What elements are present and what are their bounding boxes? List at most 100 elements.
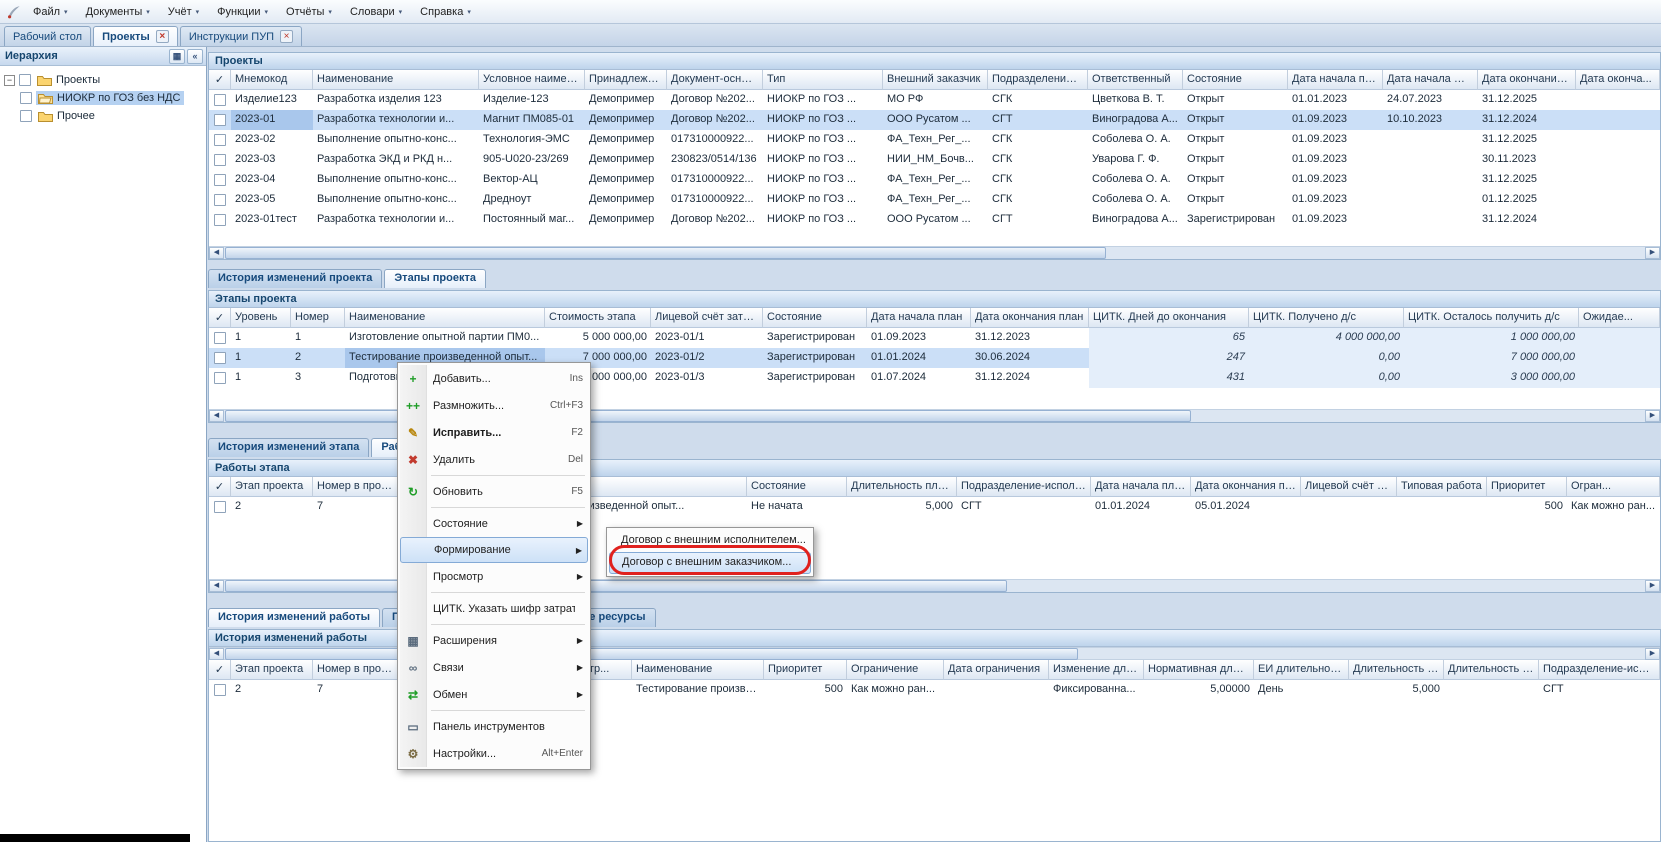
table-cell[interactable]: 3 000 000,00 — [1404, 368, 1579, 388]
tree-item[interactable]: −Проекты — [0, 71, 206, 89]
table-cell[interactable] — [1444, 680, 1539, 700]
scroll-thumb[interactable] — [225, 410, 1191, 422]
table-cell[interactable]: СГК — [988, 190, 1088, 210]
table-cell[interactable]: НИОКР по ГОЗ ... — [763, 130, 883, 150]
table-cell[interactable]: Соболева О. А. — [1088, 170, 1183, 190]
column-header[interactable]: Наименование — [313, 70, 479, 90]
column-header[interactable]: Дата начала факт — [1383, 70, 1478, 90]
column-header[interactable]: Уровень — [231, 308, 291, 328]
column-header[interactable]: Приоритет — [1487, 477, 1567, 497]
column-header[interactable]: Нормативная длит... — [1144, 660, 1254, 680]
select-all-header[interactable]: ✓ — [209, 308, 231, 328]
menubar-item[interactable]: Документы▾ — [77, 3, 159, 21]
table-cell[interactable]: 05.01.2024 — [1191, 497, 1301, 517]
table-cell[interactable]: 7 — [313, 680, 399, 700]
table-cell[interactable]: 1 000 000,00 — [1404, 328, 1579, 348]
table-cell[interactable]: Зарегистрирован — [1183, 210, 1288, 230]
context-submenu-item[interactable]: Договор с внешним заказчиком... — [609, 552, 811, 574]
table-cell[interactable]: 01.09.2023 — [1288, 150, 1383, 170]
table-cell[interactable]: Цветкова В. Т. — [1088, 90, 1183, 110]
table-cell[interactable]: Открыт — [1183, 150, 1288, 170]
context-menu-item[interactable]: ∞Связи▶ — [400, 654, 588, 681]
table-cell[interactable]: Изготовление опытной партии ПМ0... — [345, 328, 545, 348]
table-cell[interactable]: 65 — [1089, 328, 1249, 348]
table-cell[interactable]: 2023-01 — [231, 110, 313, 130]
table-cell[interactable]: Договор №202... — [667, 90, 763, 110]
row-checkbox[interactable] — [214, 332, 226, 344]
table-cell[interactable]: 0,00 — [1249, 368, 1404, 388]
select-all-header[interactable]: ✓ — [209, 660, 231, 680]
table-cell[interactable]: НИИ_НМ_Бочв... — [883, 150, 988, 170]
column-header[interactable]: Изменение длите... — [1049, 660, 1144, 680]
table-cell[interactable]: День — [1254, 680, 1349, 700]
table-cell[interactable]: 31.12.2023 — [971, 328, 1089, 348]
table-row[interactable]: 2023-04Выполнение опытно-конс...Вектор-А… — [209, 170, 1660, 190]
table-cell[interactable]: 5,000 — [847, 497, 957, 517]
select-all-header[interactable]: ✓ — [209, 477, 231, 497]
menubar-item[interactable]: Справка▾ — [411, 3, 480, 21]
column-header[interactable]: Дата ограничения — [944, 660, 1049, 680]
table-cell[interactable]: 3 — [291, 368, 345, 388]
table-cell[interactable]: 31.12.2025 — [1478, 130, 1576, 150]
table-cell[interactable]: Виноградова А... — [1088, 210, 1183, 230]
table-cell[interactable]: 017310000922... — [667, 170, 763, 190]
table-cell[interactable]: Демопример — [585, 90, 667, 110]
column-header[interactable]: Тип — [763, 70, 883, 90]
table-cell[interactable]: Уварова Г. Ф. — [1088, 150, 1183, 170]
window-tab[interactable]: Инструкции ПУП× — [180, 26, 302, 46]
table-row[interactable]: Изделие123Разработка изделия 123Изделие-… — [209, 90, 1660, 110]
context-menu-item[interactable]: ⚙Настройки...Alt+Enter — [400, 740, 588, 767]
scroll-thumb[interactable] — [225, 247, 1106, 259]
table-cell[interactable]: МО РФ — [883, 90, 988, 110]
context-menu-item[interactable]: ▭Панель инструментов — [400, 713, 588, 740]
table-cell[interactable]: 01.09.2023 — [1288, 110, 1383, 130]
table-cell[interactable]: СГК — [988, 170, 1088, 190]
table-cell[interactable]: СГТ — [988, 210, 1088, 230]
table-cell[interactable]: 2 — [231, 497, 313, 517]
column-header[interactable]: ЦИТК. Получено д/с — [1249, 308, 1404, 328]
table-cell[interactable]: 01.09.2023 — [1288, 130, 1383, 150]
table-cell[interactable]: 24.07.2023 — [1383, 90, 1478, 110]
table-cell[interactable]: СГТ — [1539, 680, 1660, 700]
table-cell[interactable]: Фиксированна... — [1049, 680, 1144, 700]
table-cell[interactable]: ООО Русатом ... — [883, 110, 988, 130]
row-checkbox[interactable] — [214, 114, 226, 126]
scroll-right-icon[interactable]: ▶ — [1645, 410, 1660, 422]
table-cell[interactable]: Разработка технологии и... — [313, 210, 479, 230]
column-header[interactable]: Принадлежность — [585, 70, 667, 90]
table-cell[interactable]: Демопример — [585, 170, 667, 190]
context-menu-item[interactable]: +Добавить...Ins — [400, 365, 588, 392]
scroll-thumb[interactable] — [225, 580, 1007, 592]
table-cell[interactable]: Соболева О. А. — [1088, 190, 1183, 210]
scroll-left-icon[interactable]: ◀ — [209, 410, 224, 422]
table-cell[interactable]: 017310000922... — [667, 130, 763, 150]
table-cell[interactable]: 230823/0514/136 — [667, 150, 763, 170]
table-cell[interactable]: Дредноут — [479, 190, 585, 210]
context-menu-item[interactable]: ✎Исправить...F2 — [400, 419, 588, 446]
row-checkbox[interactable] — [214, 94, 226, 106]
column-header[interactable]: Огран... — [1567, 477, 1660, 497]
column-header[interactable]: Этап проекта — [231, 477, 313, 497]
table-cell[interactable]: 01.01.2024 — [867, 348, 971, 368]
table-cell[interactable]: 31.12.2025 — [1478, 90, 1576, 110]
table-cell[interactable]: Технология-ЭМС — [479, 130, 585, 150]
section-tab[interactable]: Этапы проекта — [384, 269, 486, 288]
column-header[interactable]: Подразделение-исполнитель.. — [957, 477, 1091, 497]
table-cell[interactable]: 2023-01/3 — [651, 368, 763, 388]
table-row[interactable]: 2023-05Выполнение опытно-конс...Дредноут… — [209, 190, 1660, 210]
table-cell[interactable]: НИОКР по ГОЗ ... — [763, 190, 883, 210]
table-cell[interactable]: 10.10.2023 — [1383, 110, 1478, 130]
section-tab[interactable]: История изменений этапа — [208, 438, 369, 457]
table-cell[interactable]: Открыт — [1183, 130, 1288, 150]
table-cell[interactable]: Как можно ран... — [847, 680, 944, 700]
section-tab[interactable]: История изменений проекта — [208, 269, 382, 288]
table-cell[interactable]: Демопример — [585, 190, 667, 210]
row-checkbox[interactable] — [214, 154, 226, 166]
tree-item[interactable]: Прочее — [0, 107, 206, 125]
table-cell[interactable]: 31.12.2024 — [971, 368, 1089, 388]
table-cell[interactable]: СГТ — [988, 110, 1088, 130]
column-header[interactable]: Ожидае... — [1579, 308, 1660, 328]
column-header[interactable]: Приоритет — [764, 660, 847, 680]
context-menu-item[interactable]: Состояние▶ — [400, 510, 588, 537]
window-tab[interactable]: Проекты× — [93, 26, 178, 46]
